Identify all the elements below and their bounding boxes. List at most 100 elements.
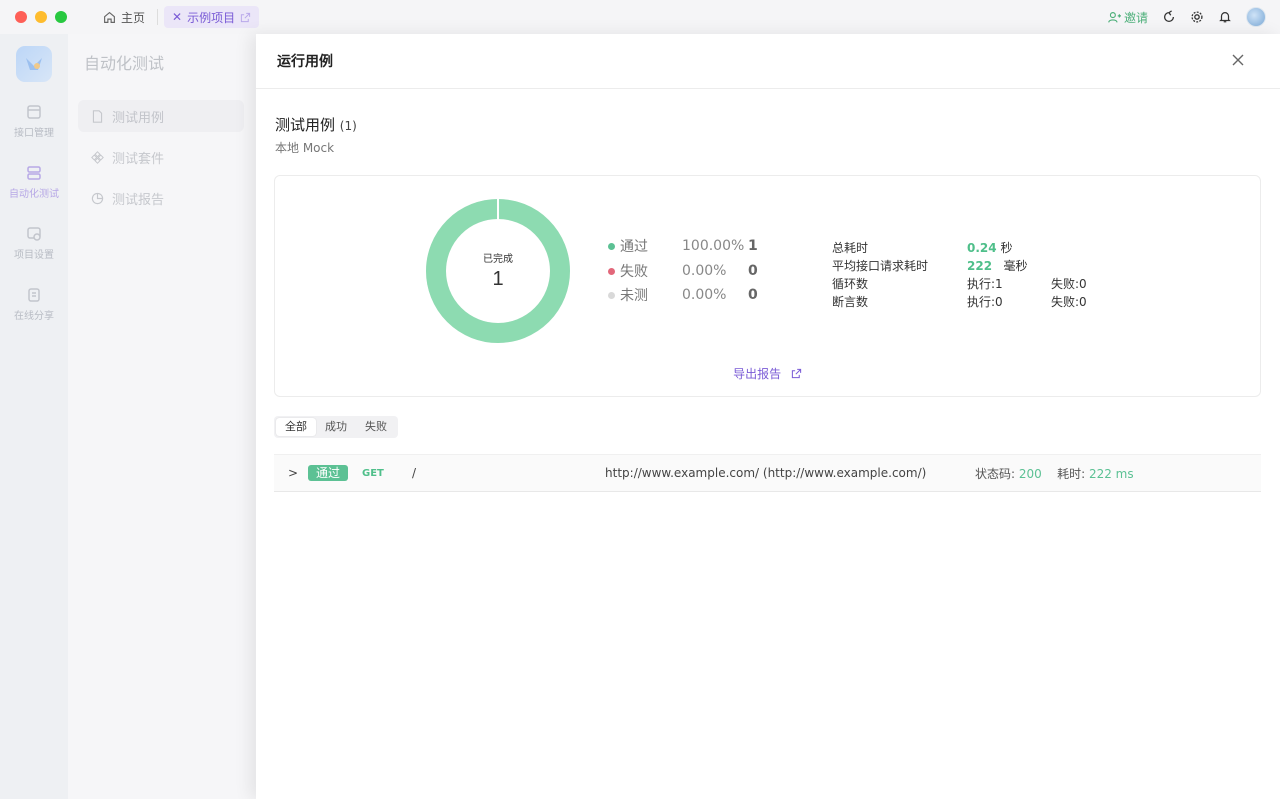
tab-home[interactable]: 主页 [97,6,151,28]
minimize-window-button[interactable] [35,11,47,23]
request-path: / [412,466,417,480]
external-link-icon [791,368,802,379]
gear-icon[interactable] [1190,10,1204,24]
stat-asserts-label: 断言数 [832,294,869,309]
case-title: 测试用例 (1) [275,114,357,135]
maximize-window-button[interactable] [55,11,67,23]
environment-label: 本地 Mock [275,141,335,155]
legend-pass: 通过 100.00% 1 [608,236,758,256]
nav-item-settings[interactable]: 项目设置 [14,226,54,261]
stat-total-time-label: 总耗时 [832,240,869,255]
legend-untested-label: 未测 [620,288,648,304]
legend-fail-count: 0 [748,263,758,279]
filter-failed[interactable]: 失败 [356,418,396,436]
run-case-drawer: 运行用例 测试用例 (1) 本地 Mock 已完成 1 通过 100.00% 1… [256,34,1280,799]
sidebar-item-test-suites[interactable]: 测试套件 [78,141,244,173]
http-method: GET [362,467,384,479]
external-link-icon[interactable] [240,12,251,23]
stat-asserts: 断言数 执行:0 失败:0 [832,292,1131,310]
result-row[interactable]: > 通过 GET / http://www.example.com/ (http… [274,454,1261,492]
drawer-title: 运行用例 [277,54,333,70]
nav-item-api-label: 接口管理 [14,128,54,139]
window-controls [15,11,67,23]
api-icon [27,105,41,119]
stat-loops-exec: 执行:1 [967,276,1003,291]
stat-avg-time-unit: 毫秒 [1003,258,1028,273]
stat-loops-label: 循环数 [832,276,869,291]
sidebar-item-test-cases-label: 测试用例 [112,110,165,126]
status-code-label: 状态码: [975,466,1016,481]
legend-pass-count: 1 [748,238,758,254]
tab-project-label: 示例项目 [187,10,236,25]
invite-label: 邀请 [1123,10,1148,25]
fail-dot-icon [608,267,615,275]
nav-item-automation[interactable]: 自动化测试 [9,165,59,200]
stat-total-time: 总耗时 0.24 秒 [832,238,1131,256]
legend-untested-count: 0 [748,287,758,303]
result-donut-chart: 已完成 1 [426,198,570,343]
sync-icon[interactable] [1162,10,1176,24]
status-badge: 通过 [308,465,349,481]
stat-avg-time: 平均接口请求耗时 222 毫秒 [832,256,1131,274]
stat-avg-time-value: 222 [967,258,993,273]
invite-button[interactable]: 邀请 [1108,9,1148,26]
close-icon[interactable] [1230,52,1246,68]
home-icon [104,11,115,23]
summary-card: 已完成 1 通过 100.00% 1 失败 0.00% 0 未测 0.00% 0… [274,175,1261,397]
export-report-button[interactable]: 导出报告 [275,365,1260,382]
donut-caption: 已完成 [483,252,513,265]
legend-pass-label: 通过 [620,239,648,255]
logo-icon [26,58,42,70]
automation-icon [27,166,41,180]
case-count: (1) [339,119,357,133]
nav-item-api[interactable]: 接口管理 [14,104,54,139]
close-tab-icon[interactable]: ✕ [172,10,182,24]
chevron-right-icon[interactable]: > [288,466,298,480]
sidebar-item-test-reports[interactable]: 测试报告 [78,182,244,214]
case-title-text: 测试用例 [275,116,336,134]
legend-untested-percent: 0.00% [682,287,727,303]
donut-total: 1 [492,268,503,290]
run-stats: 总耗时 0.24 秒 平均接口请求耗时 222 毫秒 循环数 执行:1 失败:0… [832,238,1131,310]
tab-project[interactable]: ✕ 示例项目 [164,6,260,28]
nav-item-settings-label: 项目设置 [14,250,54,261]
automation-sidebar: 自动化测试 测试用例 测试套件 测试报告 [68,34,258,799]
close-window-button[interactable] [15,11,27,23]
share-icon [28,288,40,302]
untested-dot-icon [608,291,615,299]
sidebar-item-test-reports-label: 测试报告 [112,192,165,208]
title-bar: 主页 ✕ 示例项目 邀请 [0,0,1280,34]
bell-icon[interactable] [1218,10,1232,24]
elapsed-time-label: 耗时: [1057,466,1086,481]
result-filter: 全部 成功 失败 [274,416,398,438]
legend-untested: 未测 0.00% 0 [608,285,758,305]
legend-fail-label: 失败 [620,264,648,280]
tab-home-label: 主页 [121,10,146,25]
user-avatar[interactable] [1246,7,1266,27]
elapsed-time-value: 222 ms [1088,466,1134,481]
nav-item-share[interactable]: 在线分享 [14,287,54,322]
legend-fail-percent: 0.00% [682,263,727,279]
nav-item-automation-label: 自动化测试 [9,189,59,200]
drawer-header: 运行用例 [256,34,1280,89]
export-report-label: 导出报告 [733,367,782,381]
app-sidebar: 接口管理 自动化测试 项目设置 在线分享 [0,34,68,799]
report-icon [91,192,104,204]
filter-success[interactable]: 成功 [316,418,356,436]
stat-loops-fail: 失败:0 [1051,276,1087,291]
add-user-icon [1108,11,1121,23]
legend-pass-percent: 100.00% [682,238,745,254]
app-logo [16,46,52,82]
stat-loops: 循环数 执行:1 失败:0 [832,274,1131,292]
suite-icon [91,150,104,164]
status-code-value: 200 [1018,466,1042,481]
stat-asserts-fail: 失败:0 [1051,294,1087,309]
stat-total-time-unit: 秒 [1000,240,1013,255]
sidebar-item-test-cases[interactable]: 测试用例 [78,100,244,132]
tab-divider [157,9,159,25]
legend-fail: 失败 0.00% 0 [608,261,758,281]
stat-avg-time-label: 平均接口请求耗时 [832,258,929,273]
filter-all[interactable]: 全部 [276,418,316,436]
file-icon [92,109,103,123]
stat-asserts-exec: 执行:0 [967,294,1003,309]
